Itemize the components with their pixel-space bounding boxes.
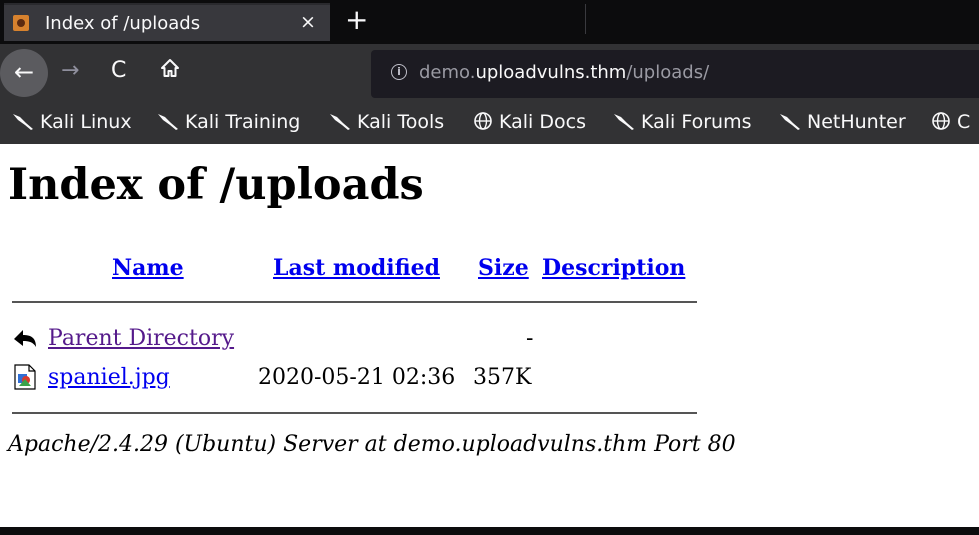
page-content: Index of /uploads Name Last modified Siz… [0, 144, 979, 527]
forward-button[interactable]: → [61, 58, 79, 83]
tab-title: Index of /uploads [45, 13, 201, 34]
bookmark-nethunter[interactable]: NetHunter [779, 111, 906, 133]
tab-divider [585, 4, 586, 34]
url-bar[interactable]: i demo.uploadvulns.thm/uploads/ [371, 50, 979, 98]
bookmark-overflow[interactable]: C [931, 111, 970, 133]
globe-icon [932, 112, 950, 130]
row-size: 357K [473, 365, 532, 390]
kali-dragon-icon [158, 114, 178, 130]
column-name-link[interactable]: Name [112, 255, 184, 281]
kali-dragon-icon [330, 114, 350, 130]
row-size: - [526, 326, 534, 351]
image-file-icon [14, 364, 36, 390]
tab-close-button[interactable]: × [300, 12, 316, 32]
column-size-link[interactable]: Size [478, 255, 529, 281]
bookmarks-toolbar: Kali Linux Kali Training Kali Tools Kali… [0, 104, 979, 144]
info-icon[interactable]: i [391, 64, 407, 80]
bookmark-kali-docs[interactable]: Kali Docs [473, 111, 586, 133]
new-tab-button[interactable]: + [345, 5, 368, 35]
row-last-modified: 2020-05-21 02:36 [258, 365, 456, 390]
column-description-link[interactable]: Description [542, 255, 685, 281]
nav-toolbar: ← → C i demo.uploadvulns.thm/uploads/ [0, 44, 979, 104]
parent-directory-link[interactable]: Parent Directory [48, 326, 234, 351]
kali-dragon-icon [780, 114, 800, 130]
file-link[interactable]: spaniel.jpg [48, 365, 170, 390]
bookmark-kali-forums[interactable]: Kali Forums [613, 111, 752, 133]
server-signature: Apache/2.4.29 (Ubuntu) Server at demo.up… [8, 432, 736, 457]
divider-top [12, 301, 697, 303]
back-arrow-icon [14, 330, 36, 347]
home-icon[interactable] [160, 58, 180, 78]
reload-button[interactable]: C [111, 58, 126, 83]
bookmark-kali-linux[interactable]: Kali Linux [12, 111, 132, 133]
url-text[interactable]: demo.uploadvulns.thm/uploads/ [419, 62, 709, 83]
window-bottom-edge [0, 527, 979, 535]
bookmark-kali-training[interactable]: Kali Training [157, 111, 300, 133]
bookmark-kali-tools[interactable]: Kali Tools [329, 111, 444, 133]
tab-active[interactable]: Index of /uploads × [4, 3, 330, 41]
page-title: Index of /uploads [8, 160, 424, 210]
back-button[interactable]: ← [0, 49, 48, 97]
kali-dragon-icon [614, 114, 634, 130]
divider-bottom [12, 412, 697, 414]
kali-dragon-icon [13, 114, 33, 130]
favicon-icon [13, 15, 29, 31]
column-last-modified-link[interactable]: Last modified [273, 255, 440, 281]
tab-strip: Index of /uploads × + [0, 0, 979, 44]
globe-icon [474, 112, 492, 130]
